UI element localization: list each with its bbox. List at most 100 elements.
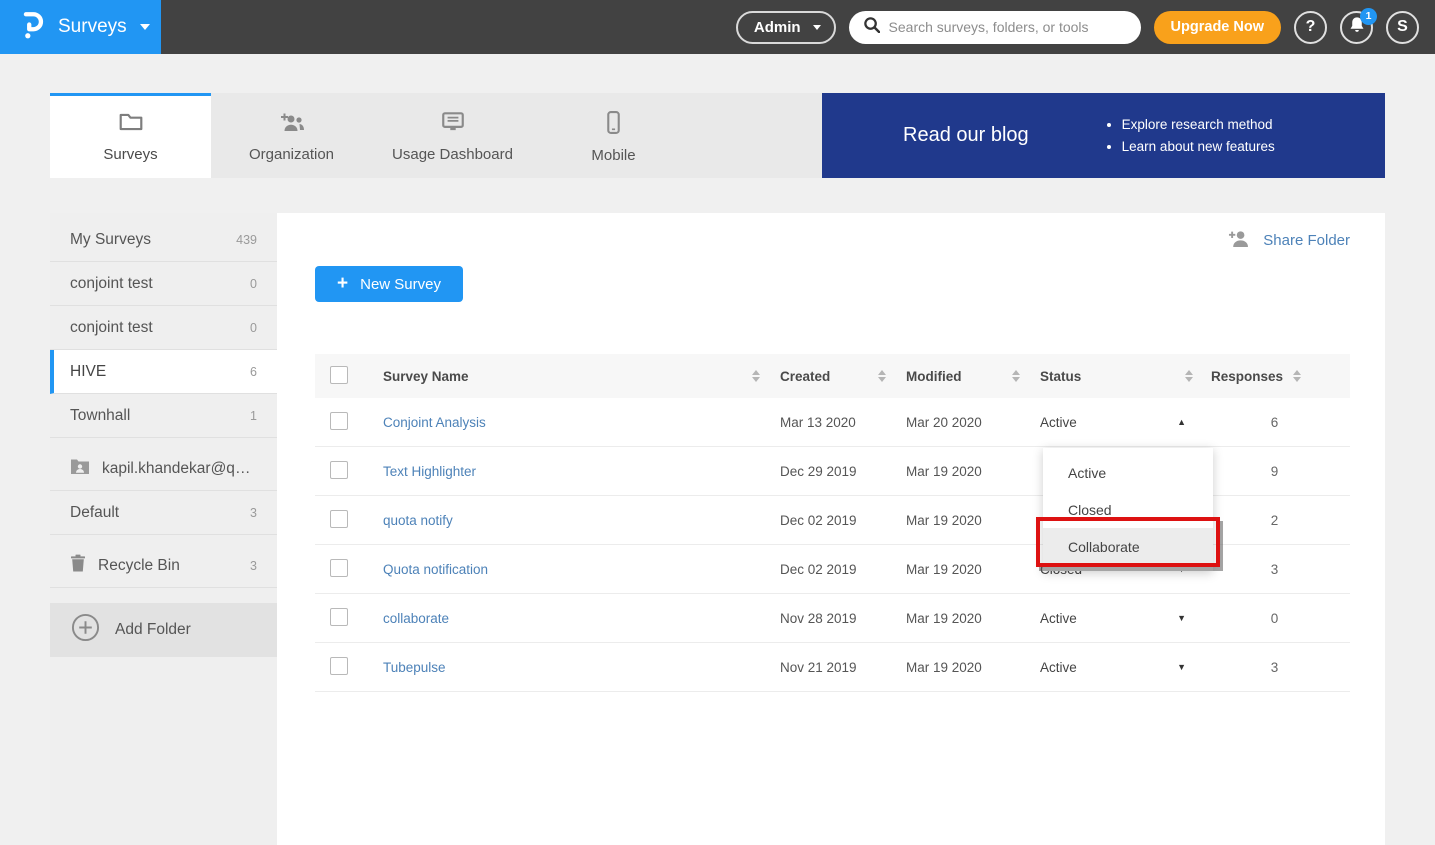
table-header-row: Survey Name Created Modified Status Resp… xyxy=(315,354,1350,398)
status-dropdown-menu: Active Closed Collaborate xyxy=(1043,448,1213,571)
survey-name-link[interactable]: Conjoint Analysis xyxy=(383,415,486,430)
column-header-responses[interactable]: Responses xyxy=(1211,369,1283,384)
folder-label: kapil.khandekar@que... xyxy=(102,460,257,478)
help-button[interactable]: ? xyxy=(1294,11,1327,44)
survey-name-link[interactable]: Quota notification xyxy=(383,562,488,577)
responses-count: 0 xyxy=(1205,611,1350,626)
sidebar-item-conjoint-test-2[interactable]: conjoint test 0 xyxy=(50,306,277,350)
modified-date: Mar 19 2020 xyxy=(898,660,1032,675)
survey-row: Tubepulse Nov 21 2019 Mar 19 2020 Active… xyxy=(315,643,1350,692)
new-survey-button[interactable]: + New Survey xyxy=(315,266,463,302)
user-avatar[interactable]: S xyxy=(1386,11,1419,44)
status-option-active[interactable]: Active xyxy=(1043,454,1213,491)
column-header-created[interactable]: Created xyxy=(780,369,830,384)
row-checkbox[interactable] xyxy=(330,461,348,479)
survey-name-link[interactable]: Tubepulse xyxy=(383,660,446,675)
sort-icon[interactable] xyxy=(878,370,886,382)
smartphone-icon xyxy=(606,111,621,138)
banner-bullet-list: Explore research method Learn about new … xyxy=(1122,110,1275,161)
row-checkbox[interactable] xyxy=(330,559,348,577)
app-logo-block[interactable]: Surveys xyxy=(0,0,161,54)
add-folder-label: Add Folder xyxy=(115,621,191,639)
created-date: Dec 02 2019 xyxy=(772,562,898,577)
sort-icon[interactable] xyxy=(752,370,760,382)
folder-count: 439 xyxy=(236,233,257,247)
survey-name-link[interactable]: collaborate xyxy=(383,611,449,626)
responses-count: 3 xyxy=(1205,660,1350,675)
created-date: Nov 28 2019 xyxy=(772,611,898,626)
column-header-survey-name[interactable]: Survey Name xyxy=(383,369,469,384)
folder-count: 3 xyxy=(250,559,257,573)
tab-mobile[interactable]: Mobile xyxy=(533,93,694,178)
sidebar-item-recycle-bin[interactable]: Recycle Bin 3 xyxy=(50,544,277,588)
modified-date: Mar 20 2020 xyxy=(898,415,1032,430)
sidebar-item-default[interactable]: Default 3 xyxy=(50,491,277,535)
banner-bullet: Explore research method xyxy=(1122,117,1275,132)
column-header-modified[interactable]: Modified xyxy=(906,369,962,384)
status-option-closed[interactable]: Closed xyxy=(1043,491,1213,528)
sort-icon[interactable] xyxy=(1293,370,1301,382)
status-dropdown-toggle[interactable]: ▲ xyxy=(1177,417,1186,427)
tab-organization[interactable]: Organization xyxy=(211,93,372,178)
global-search xyxy=(849,11,1141,44)
sidebar-item-conjoint-test-1[interactable]: conjoint test 0 xyxy=(50,262,277,306)
created-date: Dec 29 2019 xyxy=(772,464,898,479)
folder-label: My Surveys xyxy=(70,231,151,249)
row-checkbox[interactable] xyxy=(330,412,348,430)
share-folder-button[interactable]: Share Folder xyxy=(1227,225,1350,255)
survey-list-pane: Share Folder + New Survey Survey Name Cr… xyxy=(277,213,1385,845)
sidebar-item-townhall[interactable]: Townhall 1 xyxy=(50,394,277,438)
survey-name-link[interactable]: quota notify xyxy=(383,513,453,528)
status-dropdown-toggle[interactable]: ▼ xyxy=(1177,662,1186,672)
top-bar: Surveys Admin Upgrade Now ? xyxy=(0,0,1435,54)
folder-count: 0 xyxy=(250,277,257,291)
status-option-collaborate[interactable]: Collaborate xyxy=(1043,528,1213,565)
tab-label: Mobile xyxy=(591,147,635,164)
tabstrip-filler xyxy=(694,93,822,178)
question-mark-icon: ? xyxy=(1306,18,1316,36)
tab-usage-dashboard[interactable]: Usage Dashboard xyxy=(372,93,533,178)
sidebar-item-shared-account[interactable]: kapil.khandekar@que... xyxy=(50,447,277,491)
folder-label: HIVE xyxy=(70,363,106,381)
dashboard-screen-icon xyxy=(440,111,466,137)
created-date: Nov 21 2019 xyxy=(772,660,898,675)
survey-name-link[interactable]: Text Highlighter xyxy=(383,464,476,479)
sidebar-item-hive[interactable]: HIVE 6 xyxy=(50,350,277,394)
modified-date: Mar 19 2020 xyxy=(898,464,1032,479)
responses-count: 2 xyxy=(1205,513,1350,528)
search-input[interactable] xyxy=(889,19,1127,35)
modified-date: Mar 19 2020 xyxy=(898,562,1032,577)
primary-tabs: Surveys Organization Usage Dashboard xyxy=(50,93,1385,178)
folder-count: 1 xyxy=(250,409,257,423)
sort-icon[interactable] xyxy=(1012,370,1020,382)
questionpro-logo-icon xyxy=(20,10,45,45)
person-plus-icon xyxy=(1227,229,1251,252)
row-checkbox[interactable] xyxy=(330,657,348,675)
tab-surveys[interactable]: Surveys xyxy=(50,93,211,178)
tab-label: Usage Dashboard xyxy=(392,146,513,163)
banner-title: Read our blog xyxy=(903,124,1029,147)
topbar-actions: Admin Upgrade Now ? 1 xyxy=(736,11,1435,44)
folder-count: 0 xyxy=(250,321,257,335)
folder-label: conjoint test xyxy=(70,275,153,293)
select-all-checkbox[interactable] xyxy=(330,366,348,384)
upgrade-now-button[interactable]: Upgrade Now xyxy=(1154,11,1281,44)
share-folder-label: Share Folder xyxy=(1263,232,1350,249)
plus-icon: + xyxy=(337,273,348,295)
admin-menu-button[interactable]: Admin xyxy=(736,11,836,44)
folder-count: 6 xyxy=(250,365,257,379)
status-dropdown-toggle[interactable]: ▼ xyxy=(1177,613,1186,623)
row-checkbox[interactable] xyxy=(330,608,348,626)
column-header-status[interactable]: Status xyxy=(1040,369,1081,384)
responses-count: 9 xyxy=(1205,464,1350,479)
sort-icon[interactable] xyxy=(1185,370,1193,382)
sidebar-item-my-surveys[interactable]: My Surveys 439 xyxy=(50,218,277,262)
blog-promo-banner[interactable]: Read our blog Explore research method Le… xyxy=(822,93,1385,178)
survey-row: Conjoint Analysis Mar 13 2020 Mar 20 202… xyxy=(315,398,1350,447)
folder-person-icon xyxy=(70,458,90,479)
notifications-button[interactable]: 1 xyxy=(1340,11,1373,44)
add-folder-button[interactable]: Add Folder xyxy=(50,603,277,657)
folder-icon xyxy=(118,111,144,137)
row-checkbox[interactable] xyxy=(330,510,348,528)
banner-bullet: Learn about new features xyxy=(1122,139,1275,154)
